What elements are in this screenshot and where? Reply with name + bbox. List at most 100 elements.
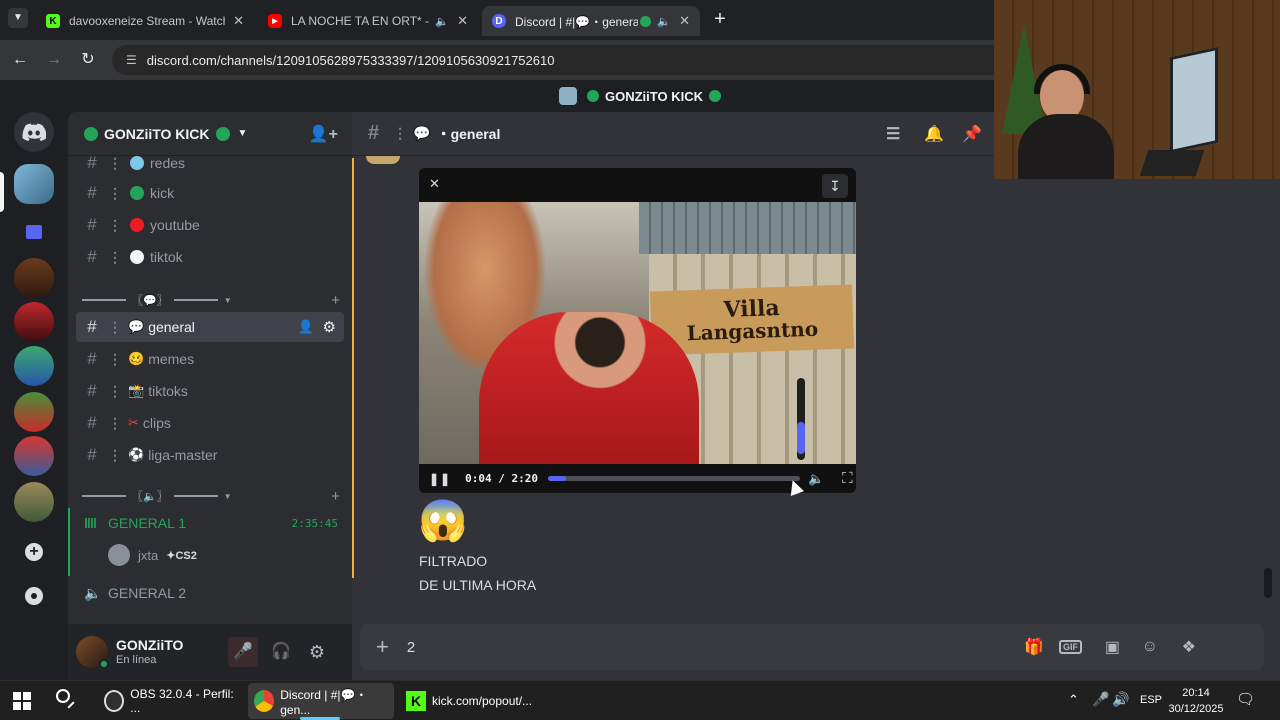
chevron-up-icon[interactable]: ⌃ (1068, 692, 1079, 708)
sign-text-line-2: Langasntno (686, 316, 819, 346)
channel-tiktoks[interactable]: # ⋮ 📸 tiktoks (76, 376, 344, 406)
pipe-separator: ⋮ (108, 382, 122, 399)
green-circle-icon (640, 15, 652, 27)
browser-tab-youtube[interactable]: ▶ LA NOCHE TA EN ORT* - TU 🔈 ✕ (258, 6, 478, 36)
server-name: GONZiiTO KICK (104, 125, 210, 142)
windows-start-icon[interactable] (13, 692, 31, 710)
gear-icon[interactable]: ⚙ (323, 318, 336, 336)
taskbar-kick[interactable]: K kick.com/popout/... (400, 683, 540, 719)
taskbar-chrome-discord[interactable]: Discord | #|💬・gen... (248, 683, 394, 719)
headphones-icon[interactable]: 🎧 (266, 637, 296, 667)
pause-icon[interactable]: ❚❚ (429, 472, 451, 486)
download-icon[interactable]: ↧ (822, 174, 848, 198)
server-avatar[interactable] (14, 302, 54, 342)
taskbar-obs[interactable]: OBS 32.0.4 - Perfil: ... (98, 683, 242, 719)
channel-tiktok[interactable]: # ⋮ tiktok (76, 242, 344, 272)
channel-kick[interactable]: # ⋮ kick (76, 178, 344, 208)
video-player[interactable]: ✕ ↧ Villa Langasntno ❚❚ 0:04 / 2:20 🔈 ⛶ (419, 168, 856, 493)
green-circle-icon (84, 126, 98, 141)
gift-icon[interactable]: 🎁 (1024, 637, 1044, 657)
language-indicator[interactable]: ESP (1140, 694, 1162, 706)
server-avatar[interactable] (14, 482, 54, 522)
speaker-icon: 🔈 (435, 15, 450, 28)
bell-icon[interactable]: 🔔 (924, 124, 944, 144)
hash-icon: # (87, 413, 97, 432)
address-bar[interactable]: ☰ discord.com/channels/12091056289753333… (112, 45, 1012, 75)
new-tab-button[interactable]: + (710, 8, 730, 32)
search-icon[interactable] (56, 689, 76, 713)
browser-tab-discord[interactable]: D Discord | #|💬・general | 🔈 ✕ (482, 6, 700, 36)
folder-icon[interactable] (14, 212, 54, 252)
avatar[interactable] (76, 636, 110, 670)
voice-channel-general-2[interactable]: 🔈 GENERAL 2 (76, 578, 344, 608)
gear-icon[interactable]: ⚙ (302, 637, 332, 667)
reload-icon[interactable]: ↻ (78, 50, 98, 70)
gif-icon[interactable]: GIF (1059, 640, 1082, 654)
mute-mic-icon[interactable]: 🎤 (228, 637, 258, 667)
add-server-icon[interactable]: + (14, 532, 54, 572)
channel-memes[interactable]: # ⋮ 🥴 memes (76, 344, 344, 374)
scroll-indicator[interactable] (352, 158, 354, 578)
forward-arrow-icon[interactable]: → (44, 50, 64, 70)
notification-icon[interactable]: 🗨 (1236, 690, 1255, 708)
volume-slider[interactable] (797, 378, 805, 460)
close-tab-icon[interactable]: ✕ (457, 13, 468, 29)
voice-channel-general-1[interactable]: ‖‖ GENERAL 1 2:35:45 (76, 508, 344, 538)
browser-tab-kick[interactable]: K davooxeneize Stream - Watch Li ✕ (36, 6, 254, 36)
threads-icon[interactable]: ☰ (886, 124, 900, 144)
selected-server-pill (0, 172, 4, 212)
roof (639, 202, 856, 254)
invite-people-icon[interactable]: 👤+ (309, 124, 338, 144)
add-channel-icon[interactable]: + (331, 488, 340, 505)
back-arrow-icon[interactable]: ← (10, 50, 30, 70)
tab-search-button[interactable]: ▼ (8, 8, 28, 28)
channel-general[interactable]: # ⋮ 💬 general 👤 ⚙ (76, 312, 344, 342)
hash-icon: # (368, 122, 380, 144)
site-settings-icon[interactable]: ☰ (126, 53, 137, 67)
clip-icon[interactable]: ✕ (429, 176, 440, 192)
server-avatar[interactable] (14, 258, 54, 298)
seek-bar[interactable] (547, 476, 800, 481)
apps-icon[interactable]: ❖ (1182, 637, 1196, 657)
person-figure (479, 312, 699, 464)
voice-active-bar (68, 508, 70, 576)
discord-home-icon[interactable] (14, 112, 54, 152)
category-header[interactable]: 〖🔈〗 ▼ + (82, 488, 344, 505)
hash-icon: # (87, 153, 97, 172)
clock[interactable]: 20:14 30/12/2025 (1166, 685, 1226, 717)
discover-icon[interactable] (14, 576, 54, 616)
channel-sidebar: GONZiiTO KICK ▼ 👤+ # ⋮ redes # ⋮ kick # ⋮ y… (68, 112, 352, 680)
emoji-icon[interactable]: ☺ (1142, 638, 1158, 656)
voice-user-name: jxta (138, 547, 159, 563)
message-line: DE ULTIMA HORA (419, 577, 537, 593)
add-channel-icon[interactable]: + (331, 292, 340, 309)
speaker-icon[interactable]: 🔊 (1112, 691, 1129, 708)
voice-wave-icon: ‖‖ (84, 515, 97, 531)
voice-user[interactable]: jxta ✦CS2 (108, 542, 197, 568)
close-tab-icon[interactable]: ✕ (233, 13, 244, 29)
fullscreen-icon[interactable]: ⛶ (842, 470, 853, 487)
channel-redes[interactable]: # ⋮ redes (76, 148, 344, 178)
server-gonziito-kick[interactable] (14, 164, 54, 204)
add-attachment-icon[interactable]: + (376, 634, 389, 660)
create-invite-icon[interactable]: 👤 (298, 319, 314, 335)
microphone-icon[interactable]: 🎤 (1092, 691, 1109, 708)
server-avatar[interactable] (14, 436, 54, 476)
sticker-icon[interactable]: ▣ (1105, 637, 1120, 657)
channel-liga-master[interactable]: # ⋮ ⚽ liga-master (76, 440, 344, 470)
avatar[interactable] (366, 156, 400, 164)
server-avatar[interactable] (14, 392, 54, 432)
channel-youtube[interactable]: # ⋮ youtube (76, 210, 344, 240)
volume-icon[interactable]: 🔈 (808, 471, 824, 487)
server-avatar[interactable] (14, 346, 54, 386)
chrome-icon (254, 690, 275, 712)
scrollbar-thumb[interactable] (1264, 568, 1272, 598)
channel-clips[interactable]: # ⋮ ✂ clips (76, 408, 344, 438)
message-composer[interactable]: + 2 🎁 GIF ▣ ☺ ❖ (360, 624, 1264, 670)
channel-title-text: general (450, 125, 501, 142)
category-header[interactable]: 〖💬〗 ▼ + (82, 292, 344, 309)
close-tab-icon[interactable]: ✕ (679, 13, 690, 29)
channel-name: tiktok (150, 249, 183, 265)
message-input[interactable]: 2 (407, 639, 415, 656)
pin-icon[interactable]: 📌 (962, 124, 982, 144)
